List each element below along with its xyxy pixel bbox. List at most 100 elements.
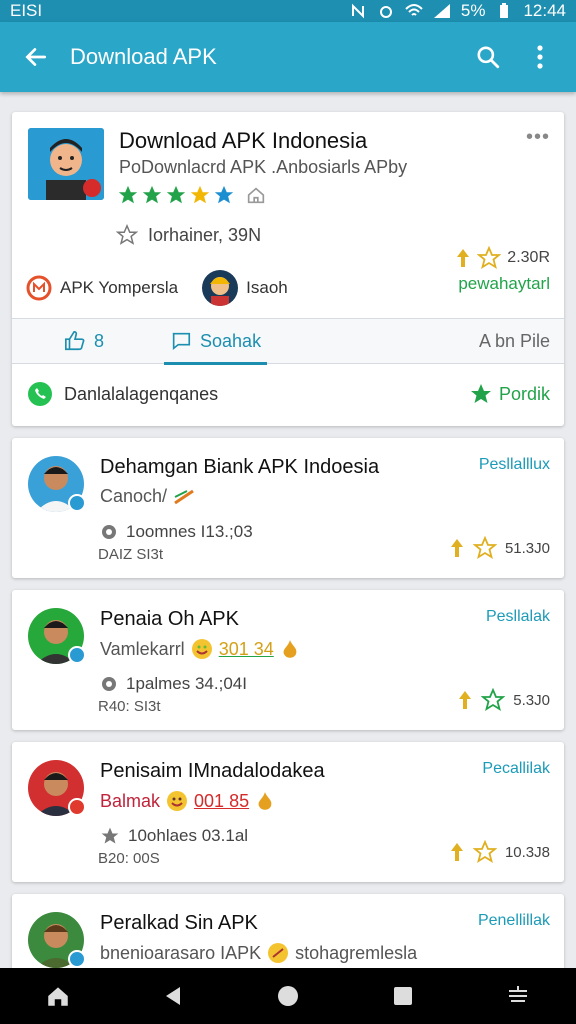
developer-logo-icon: [26, 275, 52, 301]
star-icon: [214, 185, 234, 204]
system-nav-bar: [0, 968, 576, 1024]
developer-name[interactable]: APK Yompersla: [60, 278, 178, 298]
item-meta-secondary: DAIZ SI3t: [98, 546, 164, 563]
rating-stars: [117, 184, 267, 206]
page-title: Download APK: [70, 44, 217, 69]
star-outline-icon: [472, 536, 497, 559]
featured-bottom-row[interactable]: Danlalalagenqanes Pordik: [26, 374, 550, 414]
tab-like[interactable]: 8: [64, 318, 104, 364]
featured-stats: 2.30R pewahaytarl: [455, 246, 550, 294]
item-link[interactable]: Pesllalllux: [479, 456, 550, 474]
developer-avatar: [202, 270, 239, 306]
tab-like-label: 8: [94, 330, 105, 351]
nav-home-button[interactable]: [33, 971, 83, 1021]
back-triangle-icon: [165, 987, 180, 1005]
status-icons: 5% 12:44: [349, 1, 566, 21]
star-icon: [166, 185, 186, 204]
item-stats: 51.3J0: [449, 536, 550, 560]
list-item[interactable]: Peralkad Sin APK bnenioarasaro IAPK stoh…: [12, 894, 564, 968]
fire-icon: [258, 792, 272, 810]
app-title: Download APK Indonesia: [119, 128, 368, 153]
follow-label: Iorhainer, 39N: [148, 224, 262, 245]
list-item[interactable]: Dehamgan Biank APK Indoesia Canoch/ 1oom…: [12, 438, 564, 578]
star-filled-icon: [470, 384, 491, 403]
nfc-icon: [349, 3, 367, 19]
search-button[interactable]: [466, 35, 510, 79]
item-meta-text: 1palmes 34.;04I: [126, 674, 247, 693]
item-link[interactable]: Penellillak: [478, 912, 550, 930]
tab-files[interactable]: A bn Pile: [479, 318, 550, 364]
item-link[interactable]: Pecallilak: [482, 760, 550, 778]
item-name: Penisaim IMnadalodakea: [100, 760, 325, 782]
fire-icon: [283, 640, 297, 658]
nav-extra-button[interactable]: [493, 971, 543, 1021]
nav-back-button[interactable]: [148, 971, 198, 1021]
developer-secondary-name[interactable]: Isaoh: [246, 278, 288, 298]
item-meta-secondary: R40: SI3t: [98, 698, 161, 715]
verified-badge-icon: [68, 494, 86, 512]
verified-badge-icon: [68, 798, 86, 816]
item-name: Peralkad Sin APK: [100, 912, 258, 934]
item-subtitle: Vamlekarrl 301 34: [100, 638, 300, 660]
home-outline-icon: [247, 187, 265, 204]
item-subtitle-highlight: stohagremlesla: [295, 942, 418, 963]
item-name: Dehamgan Biank APK Indoesia: [100, 456, 380, 478]
item-link[interactable]: Pesllalak: [486, 608, 550, 626]
item-subtitle: Balmak 001 85: [100, 790, 275, 812]
star-icon: [190, 185, 210, 204]
item-stat-value: 5.3J0: [513, 691, 550, 709]
upvote-arrow-icon: [450, 539, 463, 557]
nav-circle-button[interactable]: [263, 971, 313, 1021]
featured-app-card[interactable]: Download APK Indonesia PoDownlacrd APK .…: [12, 112, 564, 426]
battery-icon: [495, 3, 513, 19]
whatsapp-icon: [28, 382, 52, 406]
item-subtitle: bnenioarasaro IAPK stohagremlesla: [100, 942, 417, 964]
item-stats: 5.3J0: [457, 688, 550, 712]
more-options-button[interactable]: •••: [526, 126, 550, 149]
back-button[interactable]: [14, 35, 58, 79]
tab-files-label: A bn Pile: [478, 330, 550, 351]
item-stat-value: 10.3J8: [504, 843, 550, 861]
app-bar: Download APK: [0, 22, 576, 92]
star-outline-icon: [472, 840, 497, 863]
featured-stat-sub: pewahaytarl: [458, 274, 550, 293]
thumbs-up-icon: [65, 331, 85, 351]
overflow-menu-button[interactable]: [518, 35, 562, 79]
item-subtitle-text: bnenioarasaro IAPK: [100, 942, 262, 963]
star-filled-icon: [101, 827, 119, 844]
item-meta: 1palmes 34.;04I: [100, 674, 247, 694]
emoji-icon: [191, 639, 212, 659]
item-meta-text: 10ohlaes 03.1al: [128, 826, 249, 845]
upvote-arrow-icon: [457, 249, 470, 267]
item-subtitle: Canoch/: [100, 486, 195, 507]
arrow-left-icon: [25, 48, 47, 66]
app-icon: [28, 128, 104, 200]
featured-tabs: 8 Soahak A bn Pile: [12, 318, 564, 365]
item-meta-text: 1oomnes I13.;03: [126, 522, 253, 541]
featured-stat-value: 2.30R: [507, 249, 550, 266]
star-outline-icon: [477, 246, 502, 269]
alarm-icon: [377, 3, 395, 19]
battery-label: 5%: [460, 1, 486, 20]
clock: 12:44: [523, 1, 566, 20]
list-item[interactable]: Penaia Oh APK Vamlekarrl 301 34 1palmes …: [12, 590, 564, 730]
follow-row[interactable]: Iorhainer, 39N: [116, 224, 261, 246]
item-meta-secondary: B20: 00S: [98, 850, 160, 867]
item-subtitle-text: Vamlekarrl: [100, 638, 185, 659]
list-item[interactable]: Penisaim IMnadalodakea Balmak 001 85 10o…: [12, 742, 564, 882]
link-icon: [102, 525, 116, 539]
star-outline-icon: [481, 688, 506, 711]
emoji-icon: [268, 943, 289, 963]
status-bar: ЕISI 5% 12:44: [0, 0, 576, 22]
tab-comments[interactable]: Soahak: [164, 318, 268, 365]
item-meta: 1oomnes I13.;03: [100, 522, 253, 542]
item-subtitle-highlight: 001 85: [194, 790, 250, 811]
verified-badge-icon: [68, 950, 86, 968]
bottom-action[interactable]: Pordik: [499, 384, 550, 405]
item-stat-value: 51.3J0: [504, 539, 550, 557]
app-subtitle: PoDownlacrd APK .Anbosiarls APby: [119, 157, 408, 177]
emoji-icon: [167, 791, 188, 811]
item-meta: 10ohlaes 03.1al: [100, 826, 248, 846]
nav-recents-button[interactable]: [378, 971, 428, 1021]
recents-square-icon: [394, 987, 413, 1005]
